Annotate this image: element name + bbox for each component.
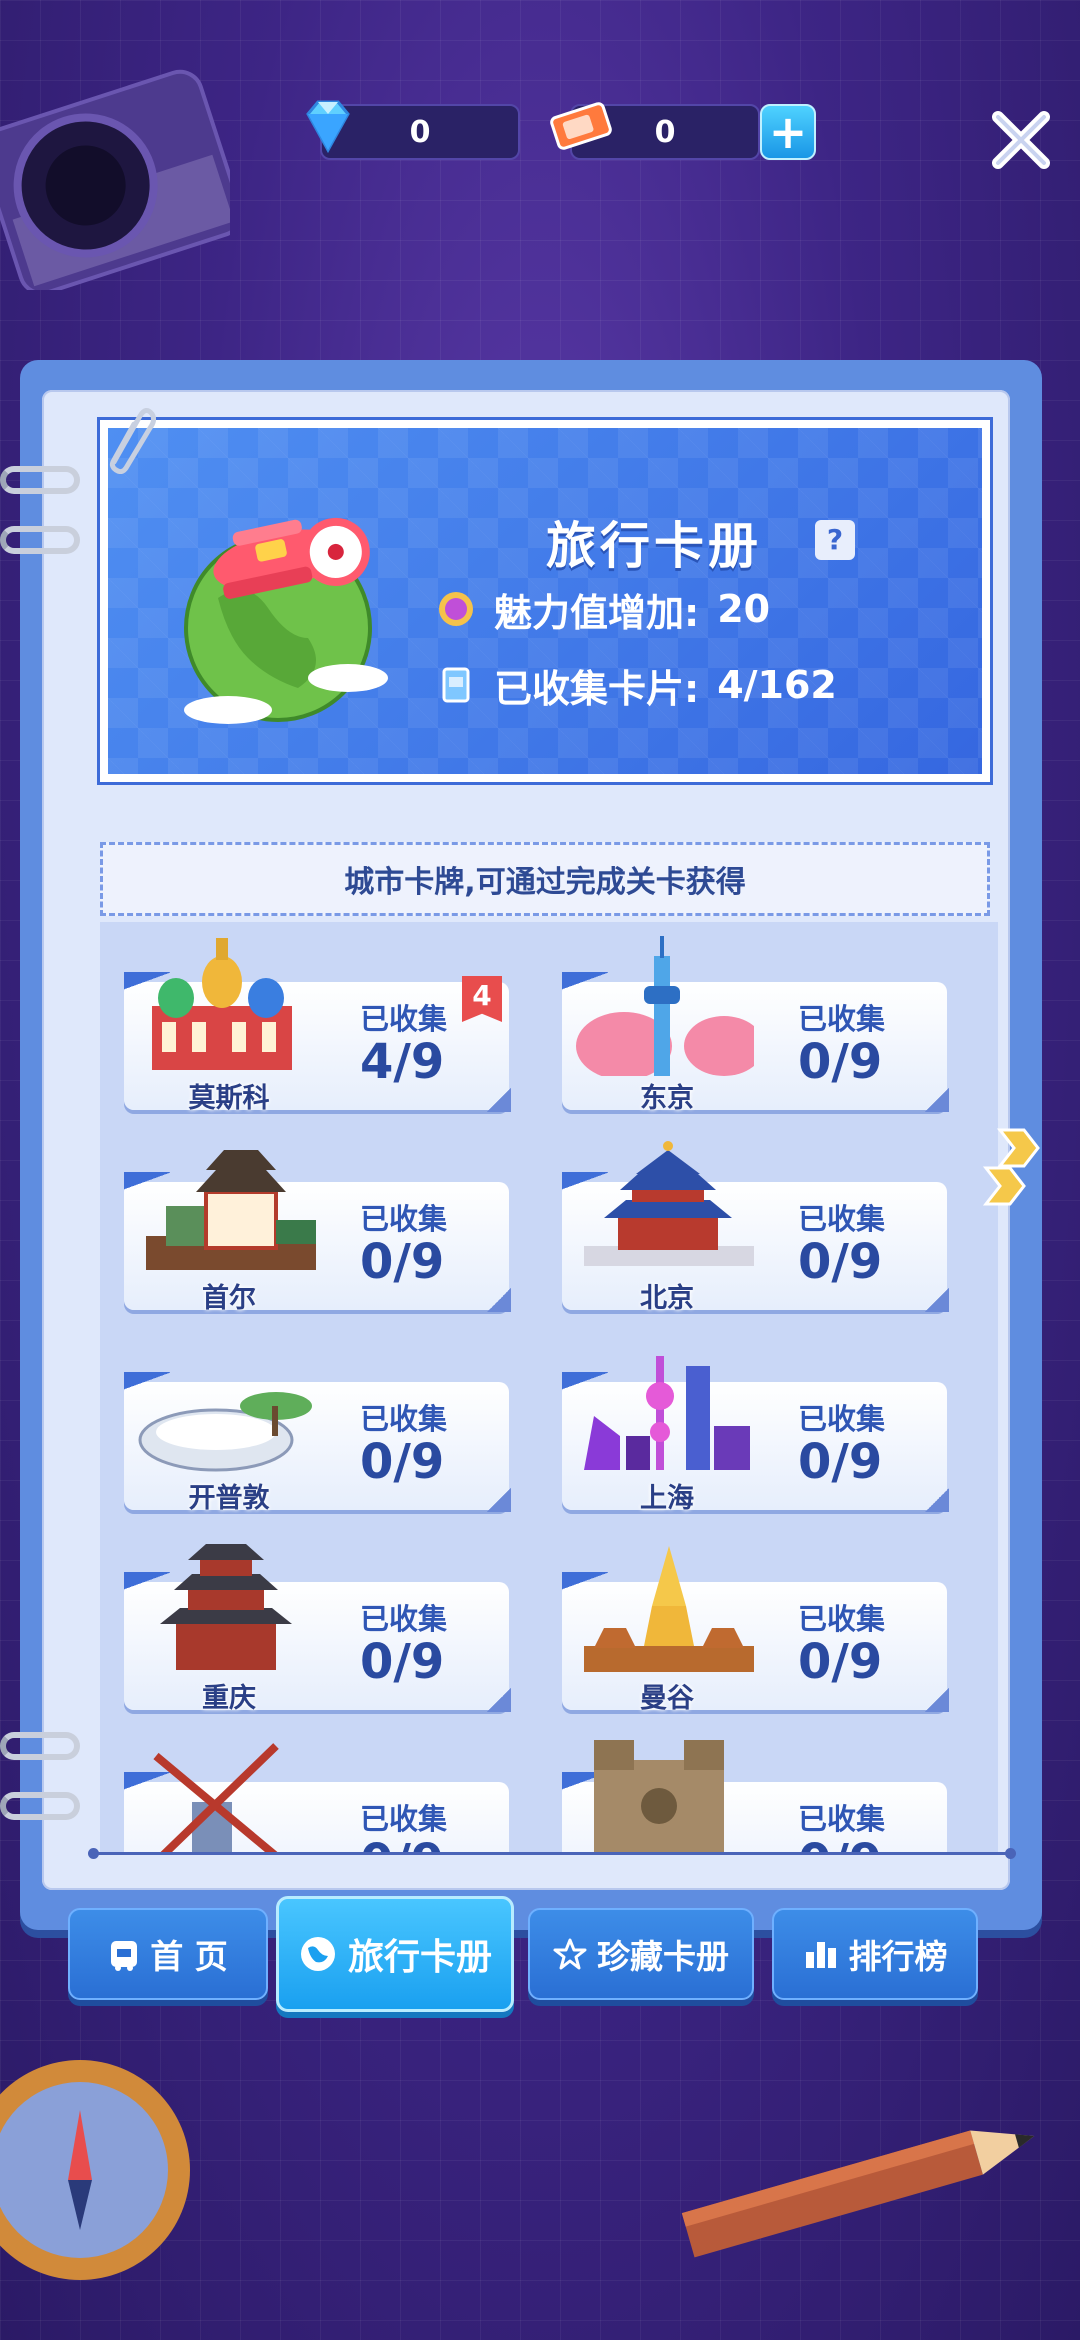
nav-home-button[interactable]: 首 页 (68, 1908, 268, 2000)
collected-count: 0/9 (360, 1834, 444, 1852)
bangkok-pagoda-icon (584, 1546, 754, 1672)
close-button[interactable] (985, 104, 1057, 176)
shanghai-skyline-icon (584, 1356, 750, 1470)
collected-label: 已收集 (798, 1602, 886, 1636)
cathedral-icon (594, 1740, 724, 1852)
collected-stat: 已收集卡片: 4/162 (436, 660, 837, 711)
card-icon (442, 667, 470, 703)
collected-count: 0/9 (360, 1234, 445, 1290)
collected-label: 已收集 (360, 1802, 448, 1836)
collected-count: 0/9 (360, 1634, 445, 1690)
collected-count: 0/9 (798, 1634, 883, 1690)
help-button[interactable]: ? (815, 520, 855, 560)
seoul-palace-icon (146, 1150, 316, 1270)
banner-text: 城市卡牌,可通过完成关卡获得 (344, 865, 746, 900)
ticket-count: 0 (654, 114, 676, 150)
pencil-decoration (681, 2130, 1035, 2258)
charm-gem-icon (439, 592, 473, 626)
collected-label: 已收集 (360, 1002, 448, 1036)
city-name: 东京 (640, 1083, 694, 1114)
charm-stat: 魅力值增加: 20 (436, 584, 771, 635)
chongqing-pavilion-icon (160, 1544, 292, 1670)
collected-count: 0/9 (798, 1034, 883, 1090)
collected-value: 4/162 (717, 663, 837, 707)
nav-collection-button[interactable]: 珍藏卡册 (528, 1908, 754, 2000)
globe-icon (300, 1937, 335, 1971)
nav-ranking-label: 排行榜 (848, 1937, 948, 1976)
city-card-bangkok[interactable]: 已收集 0/9 曼谷 (562, 1546, 949, 1714)
paperclip-icon (109, 408, 156, 474)
nav-home-label: 首 页 (150, 1937, 228, 1976)
collected-count: 4/9 (360, 1034, 445, 1090)
collected-label: 已收集 (798, 1402, 886, 1436)
home-icon (111, 1941, 138, 1971)
bar-chart-icon (805, 1942, 836, 1968)
city-name: 北京 (640, 1283, 694, 1314)
city-name: 曼谷 (640, 1683, 694, 1714)
collected-count: 0/9 (360, 1434, 445, 1490)
nav-travel-album-label: 旅行卡册 (347, 1937, 492, 1978)
tokyo-tower-icon (576, 936, 754, 1076)
diamond-icon (306, 100, 350, 154)
collected-label: 已收集 (798, 1202, 886, 1236)
album-title: 旅行卡册 (546, 517, 762, 575)
moscow-cathedral-icon (152, 938, 292, 1070)
charm-label: 魅力值增加: (494, 590, 700, 635)
collected-count: 0/9 (798, 1234, 883, 1290)
compass-decoration (0, 2060, 190, 2280)
collected-count: 0/9 (798, 1434, 883, 1490)
collected-label: 已收集 (798, 1002, 886, 1036)
city-card-seoul[interactable]: 已收集 0/9 首尔 (124, 1150, 511, 1314)
info-banner: 城市卡牌,可通过完成关卡获得 (100, 842, 990, 916)
city-card-grid[interactable]: 已收集 4/9 莫斯科 4 已收集 0/9 东京 已收集 0/9 首尔 已收集 … (100, 922, 998, 1852)
close-icon (992, 111, 1050, 169)
city-card-windmill[interactable]: 已收集 0/9 (124, 1743, 509, 1852)
plus-icon: + (768, 105, 808, 159)
side-tab-icon[interactable] (980, 1124, 1050, 1214)
nav-collection-label: 珍藏卡册 (597, 1937, 729, 1976)
gem-count: 0 (409, 114, 431, 150)
new-card-badge: 4 (462, 976, 502, 1022)
city-name: 开普敦 (188, 1483, 270, 1514)
binder-ring (0, 1792, 80, 1820)
globe-airplane-icon (184, 517, 388, 724)
city-name: 重庆 (202, 1683, 256, 1714)
camera-decoration (0, 69, 230, 290)
city-name: 首尔 (202, 1283, 256, 1314)
nav-travel-album-button[interactable]: 旅行卡册 (276, 1896, 514, 2012)
city-card-cathedral[interactable]: 已收集 0/9 (562, 1740, 947, 1852)
collected-label: 已收集卡片: (494, 666, 700, 711)
collected-label: 已收集 (360, 1402, 448, 1436)
city-card-cape-town[interactable]: 已收集 0/9 开普敦 (124, 1372, 511, 1514)
collected-count: 0/9 (798, 1834, 882, 1852)
list-bottom-divider (88, 1848, 1016, 1859)
collected-label: 已收集 (798, 1802, 886, 1836)
city-card-tokyo[interactable]: 已收集 0/9 东京 (562, 936, 949, 1114)
city-card-moscow[interactable]: 已收集 4/9 莫斯科 4 (124, 938, 511, 1114)
cape-town-stadium-icon (138, 1392, 312, 1472)
windmill-icon (153, 1743, 279, 1852)
city-card-beijing[interactable]: 已收集 0/9 北京 (562, 1141, 949, 1314)
temple-of-heaven-icon (584, 1141, 754, 1266)
collected-label: 已收集 (360, 1202, 448, 1236)
city-name: 莫斯科 (188, 1083, 270, 1114)
star-icon (553, 1938, 587, 1970)
ticket-icon (550, 102, 612, 150)
city-name: 上海 (640, 1483, 694, 1514)
charm-value: 20 (717, 587, 771, 631)
binder-ring (0, 1732, 80, 1760)
city-card-shanghai[interactable]: 已收集 0/9 上海 (562, 1356, 949, 1514)
binder-ring (0, 466, 80, 494)
collected-label: 已收集 (360, 1602, 448, 1636)
add-ticket-button[interactable]: + (760, 104, 816, 160)
city-card-chongqing[interactable]: 已收集 0/9 重庆 (124, 1544, 511, 1714)
nav-ranking-button[interactable]: 排行榜 (772, 1908, 978, 2000)
album-header-card: 旅行卡册 ? 魅力值增加: 20 已收集卡片: 4/162 (100, 420, 990, 782)
binder-ring (0, 526, 80, 554)
